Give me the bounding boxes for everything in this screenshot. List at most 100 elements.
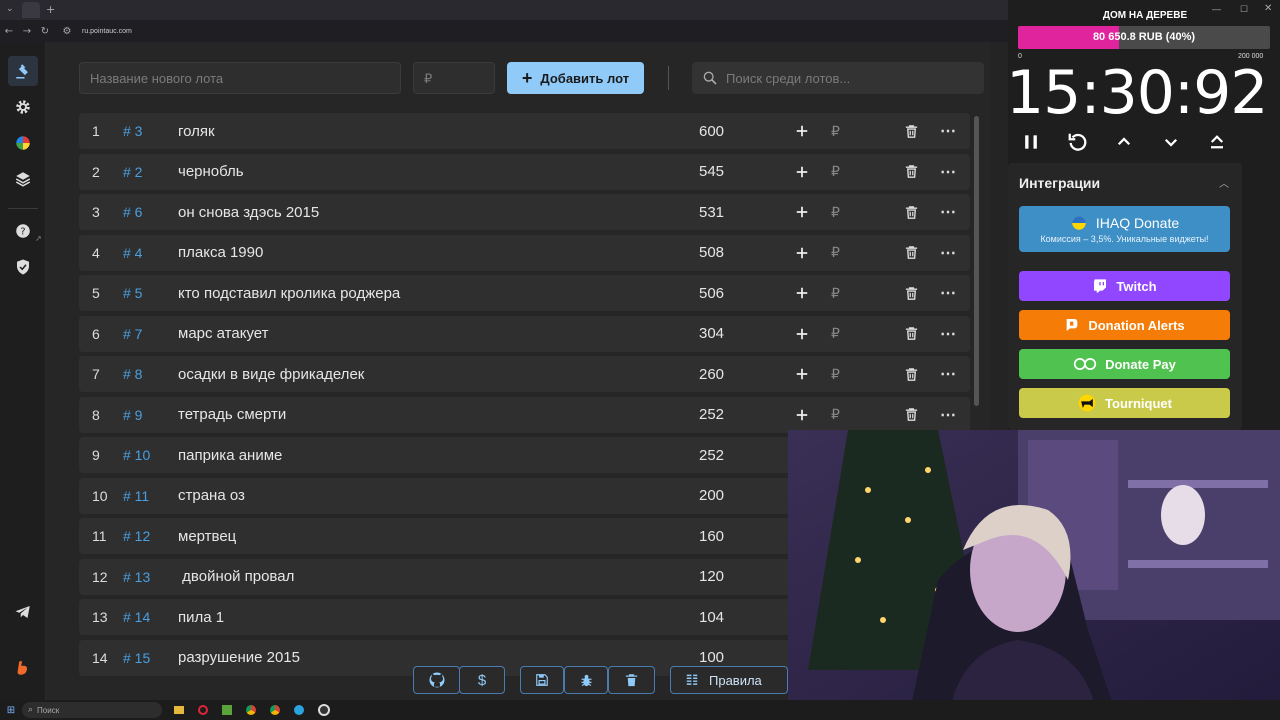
lot-currency[interactable]: ₽ (831, 366, 840, 383)
lot-row[interactable]: 3 # 6 он снова здэсь 2015 531 ₽ ⋯ (79, 194, 970, 230)
add-lot-button[interactable]: + Добавить лот (507, 62, 644, 94)
lot-amount[interactable]: 252 (699, 406, 724, 423)
add-amount-button[interactable] (791, 242, 813, 264)
lot-amount[interactable]: 100 (699, 649, 724, 666)
delete-lot-button[interactable] (901, 161, 921, 183)
help-button[interactable]: ? (8, 216, 38, 246)
telegram-taskbar-icon[interactable] (294, 705, 304, 715)
wheel-button[interactable] (8, 128, 38, 158)
lot-name[interactable]: кто подставил кролика роджера (178, 285, 400, 302)
tab-menu-icon[interactable]: ⌄ (6, 4, 14, 14)
add-amount-button[interactable] (791, 282, 813, 304)
lot-amount[interactable]: 252 (699, 447, 724, 464)
minecraft-icon[interactable] (222, 705, 232, 715)
lot-row[interactable]: 4 # 4 плакса 1990 508 ₽ ⋯ (79, 234, 970, 271)
more-options-button[interactable]: ⋯ (937, 323, 959, 345)
pause-button[interactable] (1019, 130, 1043, 154)
lot-list-scrollbar[interactable] (974, 116, 979, 406)
save-button[interactable] (520, 666, 564, 694)
collapse-integrations-icon[interactable]: ︿ (1219, 175, 1229, 190)
lot-id-link[interactable]: # 14 (123, 609, 150, 625)
add-amount-button[interactable] (791, 363, 813, 385)
donate-pay-button[interactable]: Donate Pay (1019, 349, 1230, 379)
lot-name[interactable]: страна оз (178, 487, 245, 504)
site-settings-icon[interactable]: ⚙ (58, 26, 76, 37)
lot-amount[interactable]: 531 (699, 204, 724, 221)
lot-row[interactable]: 5 # 5 кто подставил кролика роджера 506 ₽ ⋯ (79, 275, 970, 311)
protection-button[interactable] (8, 252, 38, 282)
chrome-icon[interactable] (246, 705, 256, 715)
delete-lot-button[interactable] (901, 282, 921, 304)
lot-id-link[interactable]: # 2 (123, 164, 142, 180)
lot-currency[interactable]: ₽ (831, 163, 840, 180)
url-text[interactable]: ru.pointauc.com (82, 28, 132, 35)
new-lot-name-input[interactable] (79, 62, 401, 94)
add-amount-button[interactable] (791, 161, 813, 183)
lot-id-link[interactable]: # 4 (123, 245, 142, 261)
delete-lot-button[interactable] (901, 242, 921, 264)
delete-lot-button[interactable] (901, 404, 921, 426)
lot-id-link[interactable]: # 9 (123, 407, 142, 423)
lot-id-link[interactable]: # 10 (123, 447, 150, 463)
github-button[interactable] (413, 666, 460, 694)
lot-name[interactable]: чернобль (178, 163, 244, 180)
start-icon[interactable]: ⊞ (0, 705, 22, 716)
twitch-button[interactable]: Twitch (1019, 271, 1230, 301)
forward-icon[interactable]: → (18, 26, 36, 37)
lot-name[interactable]: тетрадь смерти (178, 406, 286, 423)
reload-icon[interactable]: ↻ (36, 26, 54, 37)
lot-id-link[interactable]: # 7 (123, 326, 142, 342)
lot-row[interactable]: 7 # 8 осадки в виде фрикаделек 260 ₽ ⋯ (79, 356, 970, 392)
lot-name[interactable]: пила 1 (178, 609, 224, 626)
lot-row[interactable]: 8 # 9 тетрадь смерти 252 ₽ ⋯ (79, 396, 970, 433)
add-amount-button[interactable] (791, 404, 813, 426)
subtract-time-button[interactable] (1159, 130, 1183, 154)
double-time-button[interactable] (1205, 130, 1229, 154)
lot-amount[interactable]: 545 (699, 163, 724, 180)
lot-currency[interactable]: ₽ (831, 406, 840, 423)
back-icon[interactable]: ← (0, 26, 18, 37)
lot-name[interactable]: осадки в виде фрикаделек (178, 366, 364, 383)
donate-dollar-button[interactable]: $ (459, 666, 505, 694)
lot-id-link[interactable]: # 6 (123, 204, 142, 220)
lot-name[interactable]: плакса 1990 (178, 244, 263, 261)
reset-timer-button[interactable] (1066, 130, 1090, 154)
delete-lot-button[interactable] (901, 363, 921, 385)
lot-name[interactable]: двойной провал (178, 568, 294, 585)
lot-amount[interactable]: 304 (699, 325, 724, 342)
close-window-icon[interactable]: ✕ (1264, 3, 1272, 14)
browser-tab[interactable] (22, 2, 40, 18)
more-options-button[interactable]: ⋯ (937, 363, 959, 385)
rules-button[interactable]: Правила (670, 666, 788, 694)
more-options-button[interactable]: ⋯ (937, 282, 959, 304)
delete-lot-button[interactable] (901, 120, 921, 142)
more-options-button[interactable]: ⋯ (937, 201, 959, 223)
more-options-button[interactable]: ⋯ (937, 120, 959, 142)
taskbar-search[interactable]: ⌕ Поиск (22, 702, 162, 718)
lot-currency[interactable]: ₽ (831, 204, 840, 221)
lot-id-link[interactable]: # 5 (123, 285, 142, 301)
lot-currency[interactable]: ₽ (831, 244, 840, 261)
new-tab-icon[interactable]: + (46, 3, 55, 16)
bug-report-button[interactable] (564, 666, 608, 694)
lot-name[interactable]: голяк (178, 123, 215, 140)
telegram-button[interactable] (8, 597, 38, 627)
search-lots-input[interactable] (726, 63, 976, 93)
lot-id-link[interactable]: # 3 (123, 123, 142, 139)
tourniquet-button[interactable]: Tourniquet (1019, 388, 1230, 418)
lot-currency[interactable]: ₽ (831, 285, 840, 302)
add-time-button[interactable] (1112, 130, 1136, 154)
delete-lot-button[interactable] (901, 201, 921, 223)
clear-lots-button[interactable] (608, 666, 655, 694)
new-lot-amount-input[interactable] (413, 62, 495, 94)
more-options-button[interactable]: ⋯ (937, 404, 959, 426)
lot-name[interactable]: разрушение 2015 (178, 649, 300, 666)
add-amount-button[interactable] (791, 201, 813, 223)
lot-search[interactable] (692, 62, 984, 94)
delete-lot-button[interactable] (901, 323, 921, 345)
lot-id-link[interactable]: # 13 (123, 569, 150, 585)
lot-name[interactable]: паприка аниме (178, 447, 282, 464)
obs-icon[interactable] (318, 704, 330, 716)
lot-row[interactable]: 6 # 7 марс атакует 304 ₽ ⋯ (79, 315, 970, 352)
add-amount-button[interactable] (791, 120, 813, 142)
